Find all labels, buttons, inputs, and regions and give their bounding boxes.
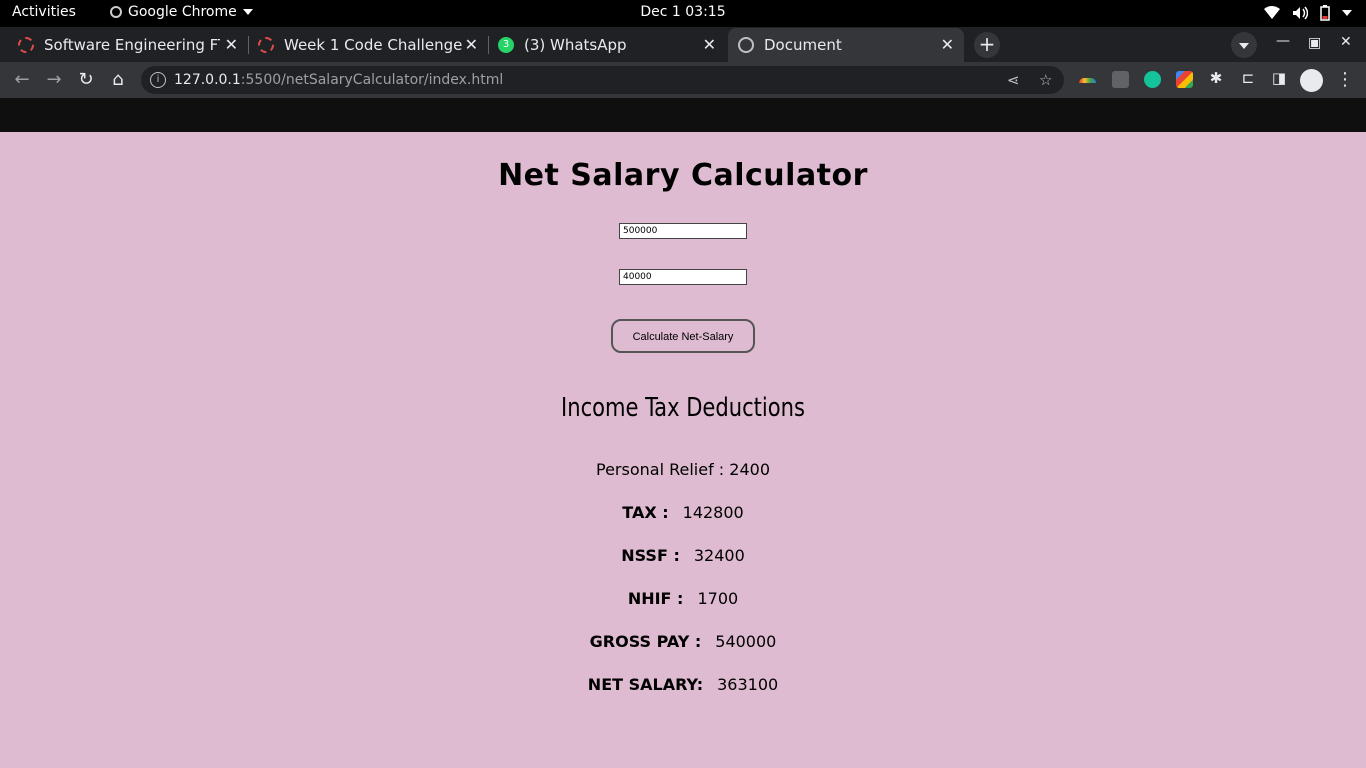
side-panel-icon[interactable]: ◨ (1268, 69, 1290, 87)
battery-icon (1320, 5, 1330, 21)
grammarly-icon[interactable] (1144, 71, 1161, 88)
nhif-value: 1700 (697, 589, 739, 608)
close-icon[interactable]: ✕ (941, 35, 954, 54)
browser-toolbar: ← → ↻ ⌂ i 127.0.0.1:5500/netSalaryCalcul… (0, 62, 1366, 98)
new-tab-button[interactable]: + (974, 32, 1000, 58)
window-close-button[interactable]: ✕ (1340, 34, 1352, 50)
personal-relief-label: Personal Relief : (596, 460, 725, 479)
system-tray[interactable] (1264, 5, 1352, 21)
bookmark-bar (0, 98, 1366, 132)
tab-whatsapp[interactable]: 3 (3) WhatsApp ✕ (488, 28, 726, 62)
benefits-input[interactable] (619, 269, 747, 285)
rainbow-extension-icon[interactable] (1079, 78, 1096, 83)
page-content: Net Salary Calculator Calculate Net-Sala… (0, 132, 1366, 768)
close-icon[interactable]: ✕ (465, 35, 478, 54)
extensions-puzzle-icon[interactable]: ✱ (1205, 69, 1227, 87)
basic-salary-input[interactable] (619, 223, 747, 239)
tab-week-1-code-challenge[interactable]: Week 1 Code Challenge ✕ (248, 28, 489, 62)
url-host: 127.0.0.1 (174, 72, 241, 88)
kebab-menu-icon[interactable]: ⋮ (1334, 69, 1356, 90)
chrome-icon (110, 6, 122, 18)
chevron-down-icon (242, 9, 253, 15)
tab-document[interactable]: Document ✕ (728, 28, 964, 62)
tab-title: Software Engineering FT C (44, 36, 220, 54)
personal-relief-value: 2400 (729, 460, 770, 479)
net-salary-label: NET SALARY: (587, 675, 704, 694)
whatsapp-icon: 3 (498, 37, 514, 53)
star-icon[interactable]: ☆ (1039, 71, 1052, 89)
close-icon[interactable]: ✕ (703, 35, 716, 54)
red-dashed-circle-icon (258, 37, 274, 53)
tab-title: (3) WhatsApp (524, 36, 627, 54)
net-salary-value: 363100 (717, 675, 779, 694)
tab-title: Document (764, 36, 842, 54)
globe-icon (738, 37, 754, 53)
volume-icon (1293, 6, 1308, 20)
share-icon[interactable]: ⋖ (1007, 71, 1020, 89)
tab-software-engineering[interactable]: Software Engineering FT C ✕ (8, 28, 249, 62)
close-icon[interactable]: ✕ (225, 35, 238, 54)
gross-pay-value: 540000 (715, 632, 777, 651)
tax-label: TAX : (622, 503, 669, 522)
password-extension-icon[interactable] (1112, 71, 1129, 88)
google-extension-icon[interactable] (1176, 71, 1193, 88)
power-menu-icon (1342, 10, 1352, 16)
tab-title: Week 1 Code Challenge (284, 36, 463, 54)
tax-value: 142800 (682, 503, 744, 522)
home-icon[interactable]: ⌂ (107, 69, 129, 90)
nhif-row: NHIF : 1700 (0, 589, 1366, 608)
deductions-heading: Income Tax Deductions (561, 393, 805, 423)
calculate-net-salary-button[interactable]: Calculate Net-Salary (611, 319, 755, 353)
profile-avatar[interactable] (1300, 69, 1323, 92)
restore-button[interactable]: ▣ (1308, 35, 1321, 51)
personal-relief-row: Personal Relief : 2400 (0, 460, 1366, 479)
wifi-icon (1264, 6, 1280, 19)
nssf-row: NSSF : 32400 (0, 546, 1366, 565)
tab-strip: Software Engineering FT C ✕ Week 1 Code … (0, 27, 1366, 62)
nssf-value: 32400 (693, 546, 745, 565)
minimize-button[interactable]: — (1276, 33, 1290, 49)
gross-pay-row: GROSS PAY : 540000 (0, 632, 1366, 651)
gross-pay-label: GROSS PAY : (589, 632, 702, 651)
chevron-down-icon (1239, 43, 1249, 49)
back-arrow-icon[interactable]: ← (11, 69, 33, 90)
tab-search-button[interactable] (1231, 32, 1257, 58)
tax-row: TAX : 142800 (0, 503, 1366, 522)
nssf-label: NSSF : (621, 546, 680, 565)
url-path: :5500/netSalaryCalculator/index.html (240, 72, 504, 88)
nhif-label: NHIF : (627, 589, 684, 608)
app-menu-label: Google Chrome (128, 4, 237, 20)
system-top-bar: Activities Google Chrome Dec 1 03:15 (0, 0, 1366, 27)
url-text[interactable]: 127.0.0.1:5500/netSalaryCalculator/index… (174, 72, 503, 88)
activities-button[interactable]: Activities (12, 4, 76, 20)
page-title: Net Salary Calculator (498, 158, 868, 193)
app-menu[interactable]: Google Chrome (110, 4, 253, 20)
net-salary-row: NET SALARY: 363100 (0, 675, 1366, 694)
cast-icon[interactable]: ⊏ (1237, 69, 1259, 87)
red-dashed-circle-icon (18, 37, 34, 53)
address-bar[interactable]: i 127.0.0.1:5500/netSalaryCalculator/ind… (141, 66, 1064, 94)
forward-arrow-icon[interactable]: → (43, 69, 65, 90)
reload-icon[interactable]: ↻ (75, 69, 97, 90)
info-icon[interactable]: i (150, 72, 166, 88)
